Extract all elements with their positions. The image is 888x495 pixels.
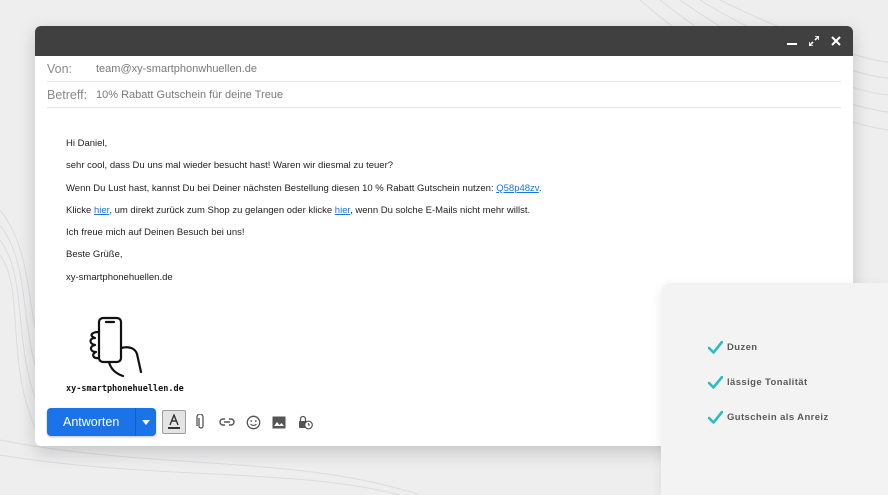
checkmark-icon [708, 411, 723, 424]
subject-label: Betreff: [47, 87, 88, 102]
checkmark-icon [708, 376, 723, 389]
body-line-2-text: Wenn Du Lust hast, kannst Du bei Deiner … [66, 182, 497, 194]
format-text-icon[interactable] [162, 410, 187, 434]
shop-link[interactable]: hier [94, 205, 109, 216]
checkmark-icon [708, 341, 723, 354]
confidential-icon[interactable] [294, 411, 316, 433]
body-line-2-end: . [538, 182, 542, 194]
image-icon[interactable] [268, 411, 290, 433]
features-panel: Duzen lässige Tonalität Gutschein als An… [661, 283, 888, 495]
feature-item-coupon: Gutschein als Anreiz [708, 411, 829, 424]
phone-in-hand-logo [89, 316, 143, 378]
body-line-2: Wenn Du Lust hast, kannst Du bei Deiner … [66, 183, 541, 194]
unsubscribe-link[interactable]: hier [335, 205, 350, 216]
close-icon[interactable] [829, 34, 843, 48]
link-icon[interactable] [216, 411, 238, 433]
emoji-icon[interactable] [242, 411, 264, 433]
attachment-icon[interactable] [190, 411, 212, 433]
greeting: Hi Daniel, [66, 138, 108, 149]
chevron-down-icon [142, 419, 151, 425]
from-row: Von: team@xy-smartphonwhuellen.de [47, 56, 841, 82]
compose-toolbar: Antworten [47, 408, 316, 436]
feature-item-duzen: Duzen [708, 341, 758, 354]
minimize-icon[interactable] [785, 34, 799, 48]
body-line-1: sehr cool, dass Du uns mal wieder besuch… [66, 160, 394, 172]
coupon-code-link[interactable]: Q58p48zv [496, 183, 539, 194]
body-line-3: Klicke hier, um direkt zurück zum Shop z… [66, 205, 541, 216]
feature-label: Gutschein als Anreiz [727, 412, 829, 423]
window-titlebar [35, 26, 853, 56]
feature-item-tonality: lässige Tonalität [708, 376, 808, 389]
feature-label: lässige Tonalität [727, 377, 808, 388]
subject-row: Betreff: 10% Rabatt Gutschein für deine … [47, 82, 841, 108]
body-line-4: Ich freue mich auf Deinen Besuch bei uns… [66, 227, 245, 239]
feature-label: Duzen [727, 342, 758, 353]
logo-text: xy-smartphonehuellen.de [66, 384, 184, 394]
reply-options-dropdown[interactable] [135, 408, 156, 436]
signature: xy-smartphonehuellen.de [66, 271, 173, 283]
window-controls [785, 34, 843, 48]
body-line-3-b: , um direkt zurück zum Shop zu gelangen … [109, 204, 335, 216]
body-line-3-a: Klicke [66, 204, 94, 216]
body-line-3-c: , wenn Du solche E-Mails nicht mehr will… [350, 204, 531, 216]
from-label: Von: [47, 61, 73, 76]
closing: Beste Grüße, [66, 249, 123, 261]
email-body[interactable]: Hi Daniel, sehr cool, dass Du uns mal wi… [66, 138, 541, 294]
reply-button[interactable]: Antworten [47, 408, 157, 436]
subject-field[interactable]: 10% Rabatt Gutschein für deine Treue [96, 89, 283, 101]
reply-button-label[interactable]: Antworten [47, 408, 135, 436]
expand-icon[interactable] [807, 34, 821, 48]
from-field[interactable]: team@xy-smartphonwhuellen.de [96, 63, 257, 75]
